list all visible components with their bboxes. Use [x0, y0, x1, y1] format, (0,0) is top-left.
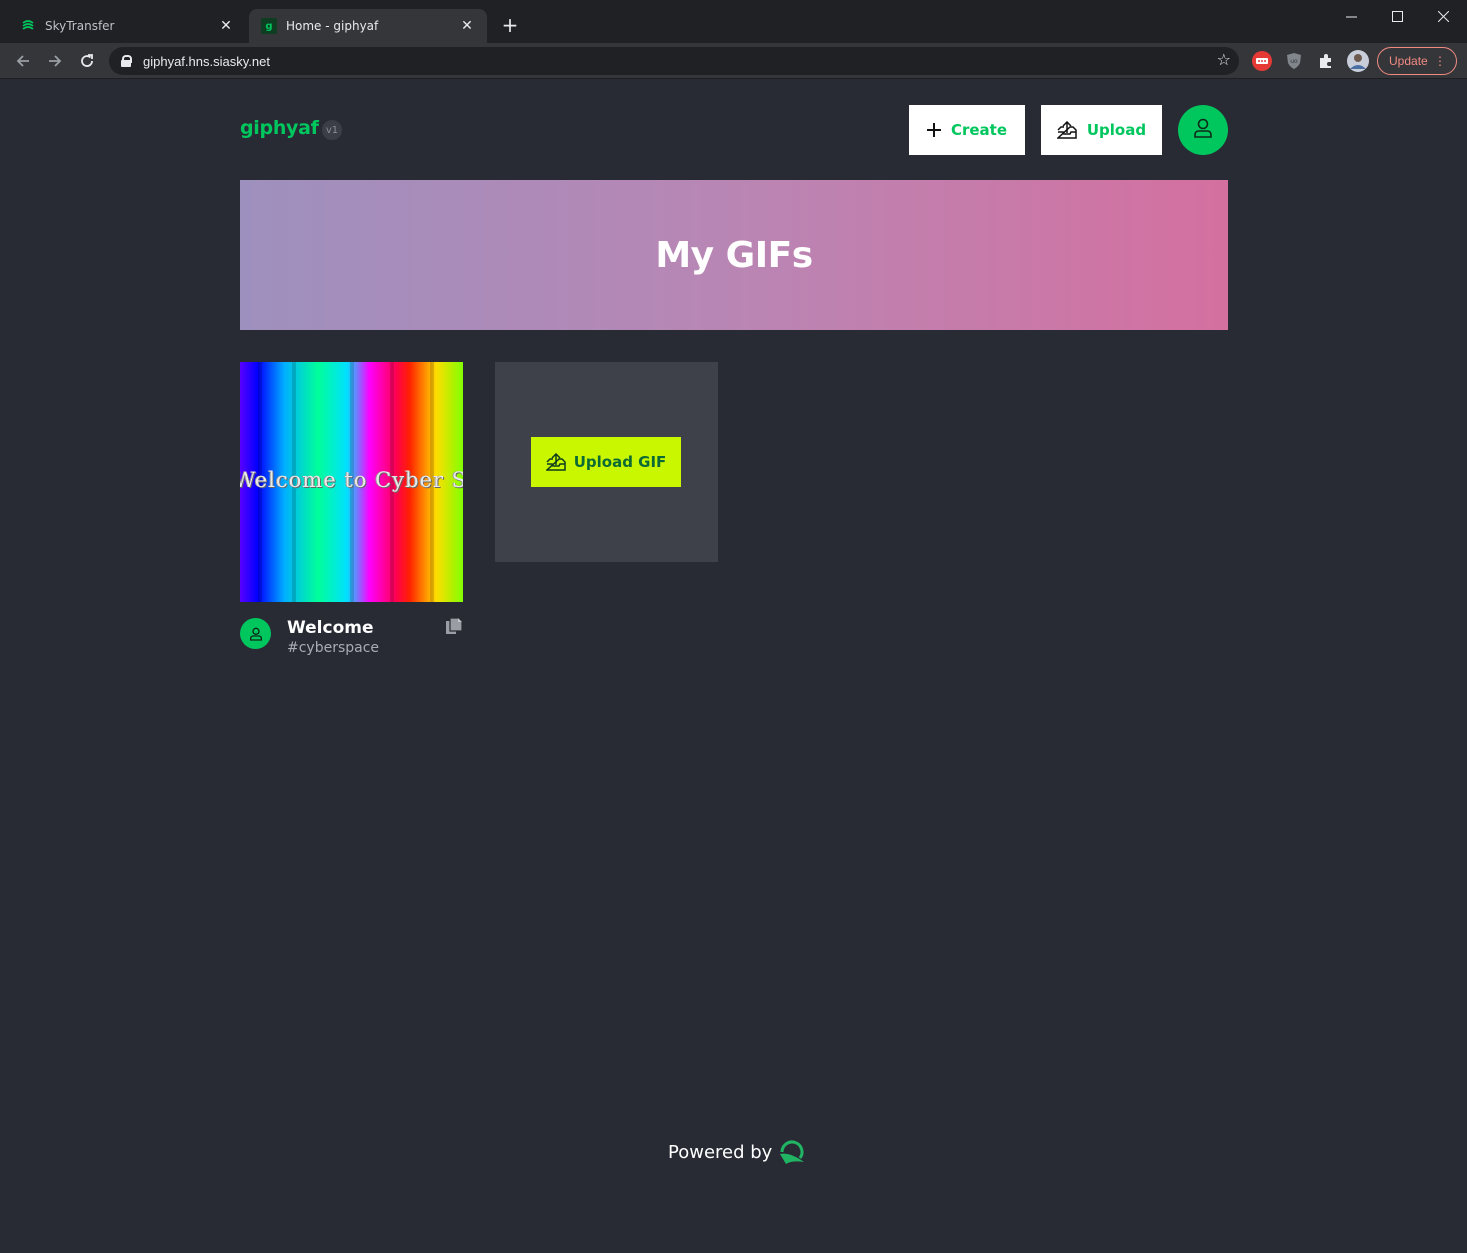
user-icon [1194, 118, 1212, 142]
extension-red-icon[interactable] [1251, 50, 1273, 72]
giphyaf-favicon-icon: g [261, 18, 277, 34]
upload-card: Upload GIF [495, 362, 718, 562]
tab-title: SkyTransfer [45, 19, 115, 33]
upload-button[interactable]: Upload [1041, 105, 1162, 155]
profile-avatar-icon[interactable] [1347, 50, 1369, 72]
browser-tabstrip: SkyTransfer ✕ g Home - giphyaf ✕ + [0, 0, 1467, 43]
update-label: Update [1389, 54, 1428, 68]
bookmark-star-icon[interactable]: ☆ [1217, 52, 1231, 68]
gif-card[interactable]: Welcome to Cyber Spa Welcome #cyberspace [240, 362, 463, 662]
tab-giphyaf[interactable]: g Home - giphyaf ✕ [249, 9, 487, 43]
maximize-icon[interactable] [1374, 0, 1420, 32]
browser-toolbar: giphyaf.hns.siasky.net ☆ uo Update ⋮ [0, 43, 1467, 79]
copy-icon[interactable] [445, 617, 463, 635]
forward-icon[interactable] [43, 49, 67, 73]
powered-by: Powered by [668, 1138, 806, 1166]
page-banner: My GIFs [240, 180, 1228, 330]
page-title: My GIFs [655, 234, 813, 276]
tab-title: Home - giphyaf [286, 19, 379, 33]
gif-thumbnail[interactable]: Welcome to Cyber Spa [240, 362, 463, 602]
address-bar[interactable]: giphyaf.hns.siasky.net ☆ [109, 47, 1239, 75]
sia-logo-icon[interactable] [778, 1138, 806, 1166]
version-badge: v1 [322, 120, 342, 140]
close-window-icon[interactable] [1420, 0, 1466, 32]
page-content: giphyaf v1 Create Upload My GIFs Welcome… [0, 80, 1467, 1253]
upload-gif-label: Upload GIF [573, 453, 667, 471]
url-text: giphyaf.hns.siasky.net [143, 53, 270, 69]
gif-tag[interactable]: #cyberspace [287, 640, 379, 656]
more-menu-icon[interactable]: ⋮ [1434, 54, 1446, 68]
tab-close-icon[interactable]: ✕ [218, 18, 234, 34]
ublock-shield-icon[interactable]: uo [1283, 50, 1305, 72]
upload-gif-button[interactable]: Upload GIF [531, 437, 681, 487]
browser-update-button[interactable]: Update ⋮ [1377, 47, 1457, 75]
create-button[interactable]: Create [909, 105, 1025, 155]
upload-icon [545, 453, 566, 471]
author-avatar[interactable] [240, 618, 271, 649]
gif-title[interactable]: Welcome [287, 618, 374, 638]
gif-thumbnail-text: Welcome to Cyber Spa [240, 468, 463, 492]
user-profile-button[interactable] [1178, 105, 1228, 155]
site-logo[interactable]: giphyaf [240, 117, 319, 139]
tab-close-icon[interactable]: ✕ [459, 18, 475, 34]
upload-label: Upload [1086, 121, 1147, 139]
tab-skytransfer[interactable]: SkyTransfer ✕ [8, 9, 246, 43]
minimize-icon[interactable] [1328, 0, 1374, 32]
reload-icon[interactable] [75, 49, 99, 73]
powered-by-text: Powered by [668, 1141, 773, 1163]
gif-meta: Welcome #cyberspace [240, 602, 463, 662]
skytransfer-favicon-icon [20, 18, 36, 34]
create-label: Create [950, 121, 1008, 139]
svg-text:uo: uo [1290, 58, 1298, 65]
lock-icon [121, 55, 132, 67]
upload-icon [1056, 121, 1077, 139]
back-icon[interactable] [11, 49, 35, 73]
new-tab-icon[interactable]: + [499, 13, 521, 37]
plus-icon [926, 123, 941, 137]
extensions-puzzle-icon[interactable] [1315, 50, 1337, 72]
